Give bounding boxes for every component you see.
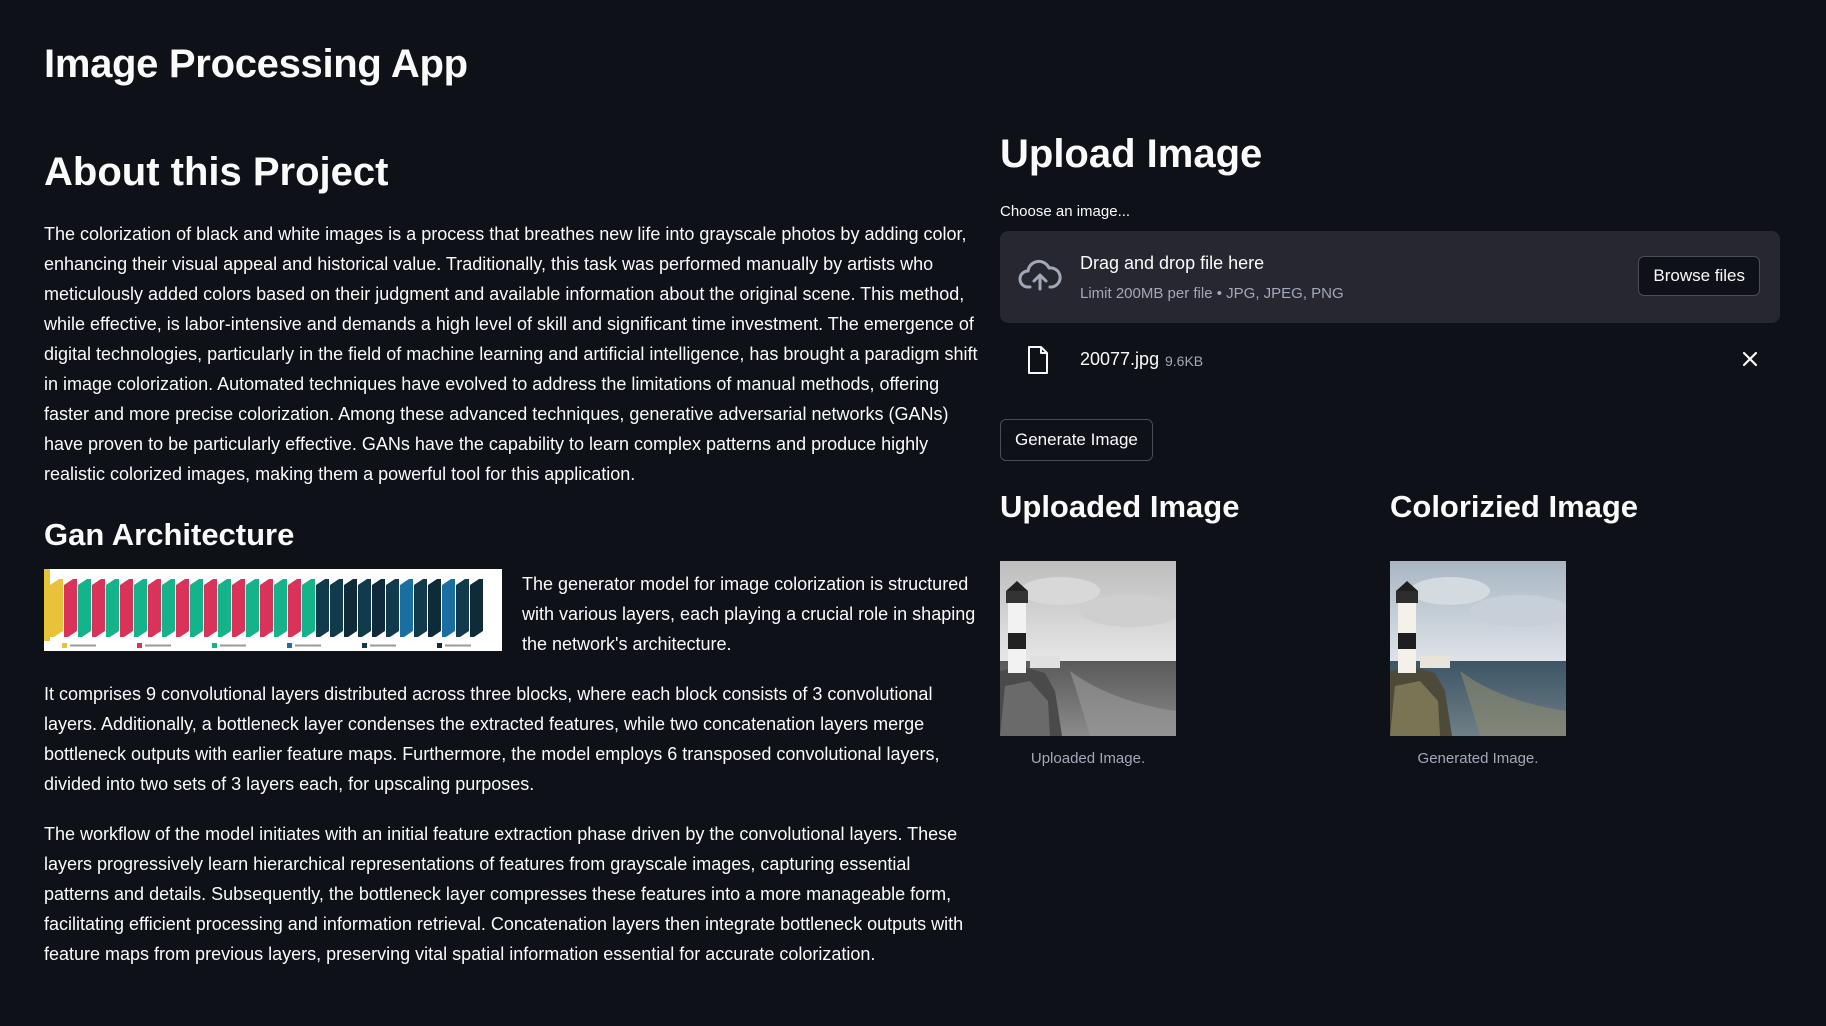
gan-layer-slab [162,579,175,637]
gan-heading: Gan Architecture [44,517,295,552]
gan-layer-slab [372,579,385,637]
gan-layer-slab [400,579,413,637]
colorized-image-heading: Colorizied Image [1390,489,1639,524]
about-column: About this Project The colorization of b… [44,150,979,969]
colorized-image [1390,561,1566,736]
file-uploader-label: Choose an image... [1000,203,1131,220]
gan-legend-swatch [62,643,67,648]
gan-legend-swatch [362,643,367,648]
gan-layer-slab [442,579,455,637]
gan-layer-slab [358,579,371,637]
gan-layer-slab [106,579,119,637]
colorized-image-caption: Generated Image. [1417,750,1539,767]
gan-layer-slab [232,579,245,637]
gan-legend-swatch [137,643,142,648]
file-icon [1028,346,1048,374]
gan-layer-slab [456,579,469,637]
gan-legend-swatch [212,643,217,648]
file-name: 20077.jpg [1080,349,1160,369]
gan-legend-label-mark [295,644,321,647]
gan-layer-slab [78,579,91,637]
uploaded-image-caption: Uploaded Image. [1030,750,1146,767]
file-size: 9.6KB [1165,353,1204,369]
file-dropzone[interactable]: Drag and drop file here Limit 200MB per … [1000,231,1780,323]
colorized-image-column: Colorizied Image Generated Image. [1390,489,1780,767]
about-heading: About this Project [44,150,389,194]
gan-row: The generator model for image colorizati… [44,569,979,659]
gan-layer-slab [64,579,77,637]
gan-layer-slab [246,579,259,637]
gan-layer-slab [190,579,203,637]
gan-layer-slab [470,579,483,637]
gan-legend-label-mark [445,644,471,647]
gan-layer-slab [92,579,105,637]
gan-legend-swatch [287,643,292,648]
gan-layer-slab [260,579,273,637]
gan-intro: The generator model for image colorizati… [522,574,976,654]
gan-layer-slab [316,579,329,637]
uploaded-image [1000,561,1176,736]
gan-layer-slab [274,579,287,637]
uploaded-image-column: Uploaded Image Uploaded Image. [1000,489,1390,767]
dropzone-limit: Limit 200MB per file • JPG, JPEG, PNG [1080,285,1344,302]
gan-architecture-diagram [44,569,483,648]
cloud-upload-icon [1018,259,1062,291]
about-paragraph: The colorization of black and white imag… [44,224,978,484]
uploaded-file-row: 20077.jpg 9.6KB [1000,329,1780,395]
gan-layer-slab [428,579,441,637]
browse-files-button[interactable]: Browse files [1638,256,1760,296]
gan-layer-slab [386,579,399,637]
close-icon[interactable] [1740,349,1760,369]
gan-layer-slab [134,579,147,637]
gan-layer-slab [176,579,189,637]
gan-layer-slab [302,579,315,637]
gan-legend-label-mark [370,644,396,647]
app-title: Image Processing App [44,42,468,86]
upload-column: Upload Image Choose an image... Drag and… [1000,132,1780,767]
gan-paragraph-1: It comprises 9 convolutional layers dist… [44,684,940,794]
gan-legend-label-mark [220,644,246,647]
gan-paragraph-2: The workflow of the model initiates with… [44,824,964,964]
upload-heading: Upload Image [1000,132,1263,176]
image-results: Uploaded Image Uploaded Image. Colorizie… [1000,489,1780,767]
gan-layer-slab [120,579,133,637]
gan-input-slab [44,569,50,641]
gan-layer-slab [330,579,343,637]
gan-layer-slab [344,579,357,637]
gan-legend-label-mark [70,644,96,647]
gan-layer-slab [288,579,301,637]
gan-legend-swatch [437,643,442,648]
gan-layer-slab [218,579,231,637]
gan-architecture-figure [44,569,502,651]
gan-layer-slab [414,579,427,637]
gan-layer-slab [204,579,217,637]
gan-layer-slab [148,579,161,637]
dropzone-title: Drag and drop file here [1080,253,1265,273]
uploaded-image-heading: Uploaded Image [1000,489,1240,524]
gan-layer-slab [50,579,63,637]
generate-image-button[interactable]: Generate Image [1000,419,1153,461]
gan-legend-label-mark [145,644,171,647]
